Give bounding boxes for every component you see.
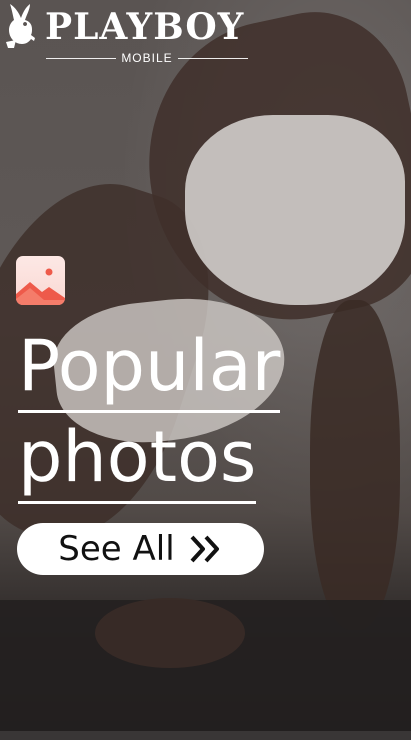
brand-subtitle: MOBILE xyxy=(46,51,248,65)
double-chevron-right-icon xyxy=(190,535,219,563)
see-all-label: See All xyxy=(58,529,175,569)
subtitle-rule-right xyxy=(178,58,248,59)
photo-gallery-icon xyxy=(16,256,65,305)
playboy-mobile-logo[interactable]: PLAYBOY MOBILE xyxy=(0,0,260,70)
title-line-popular[interactable]: Popular xyxy=(18,322,281,413)
see-all-button[interactable]: See All xyxy=(17,523,264,575)
brand-name: PLAYBOY xyxy=(45,6,245,48)
section-title[interactable]: Popular photos xyxy=(18,322,281,504)
bunny-logo-icon xyxy=(6,4,35,48)
model-leg xyxy=(310,300,400,630)
model-top xyxy=(185,115,405,305)
model-foot xyxy=(95,598,245,668)
title-line-photos[interactable]: photos xyxy=(18,413,257,504)
